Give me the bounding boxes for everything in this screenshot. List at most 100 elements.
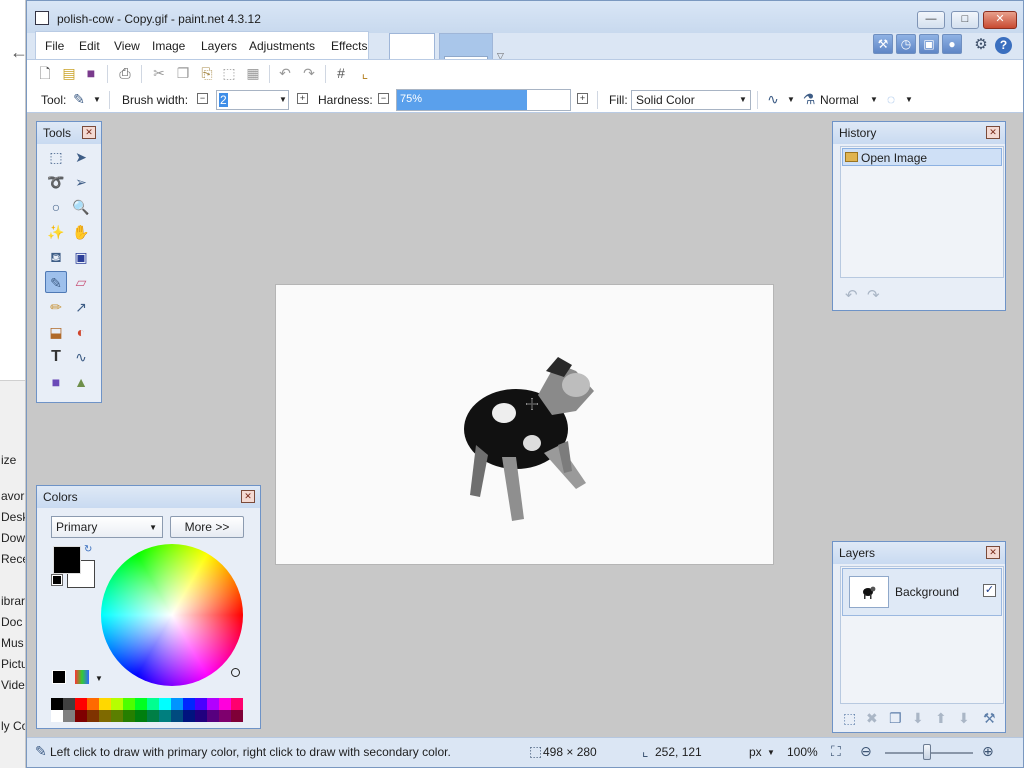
- hardness-increase-button[interactable]: +: [577, 93, 588, 104]
- palette-swatch[interactable]: [183, 710, 195, 722]
- menu-adjustments[interactable]: Adjustments: [249, 39, 315, 53]
- chevron-down-icon[interactable]: ▼: [787, 95, 795, 104]
- menu-layers[interactable]: Layers: [201, 39, 237, 53]
- paste-icon[interactable]: ⎘: [199, 65, 215, 81]
- close-button[interactable]: ✕: [983, 11, 1017, 29]
- palette-swatch[interactable]: [75, 698, 87, 710]
- history-window-icon[interactable]: ◷: [896, 34, 916, 54]
- explorer-item[interactable]: ly Co: [1, 719, 25, 733]
- undo-icon[interactable]: ↶: [845, 286, 858, 304]
- palette-swatch[interactable]: [231, 698, 243, 710]
- palette-swatch[interactable]: [195, 710, 207, 722]
- palette-menu-icon[interactable]: [75, 670, 89, 684]
- close-icon[interactable]: ✕: [82, 126, 96, 139]
- magic-wand-icon[interactable]: ✨: [45, 221, 67, 243]
- colors-window-icon[interactable]: ●: [942, 34, 962, 54]
- palette-swatch[interactable]: [171, 698, 183, 710]
- palette-swatch[interactable]: [51, 698, 63, 710]
- tools-window-icon[interactable]: ⚒: [873, 34, 893, 54]
- title-bar[interactable]: polish-cow - Copy.gif - paint.net 4.3.12…: [27, 1, 1023, 33]
- shapes-triangle-icon[interactable]: ▲: [70, 371, 92, 393]
- fill-select[interactable]: Solid Color: [631, 90, 751, 110]
- palette-swatch[interactable]: [219, 698, 231, 710]
- delete-layer-icon[interactable]: ✖: [866, 710, 878, 727]
- palette-swatch[interactable]: [195, 698, 207, 710]
- pan-icon[interactable]: ✋: [70, 221, 92, 243]
- palette-swatch[interactable]: [171, 710, 183, 722]
- lasso-select-icon[interactable]: ➰: [45, 171, 67, 193]
- palette-swatch[interactable]: [147, 698, 159, 710]
- color-wheel-handle[interactable]: [231, 668, 240, 677]
- palette-swatch[interactable]: [219, 710, 231, 722]
- blend-mode-icon[interactable]: ⚗: [801, 91, 817, 107]
- explorer-item[interactable]: Desk: [1, 510, 25, 524]
- more-colors-button[interactable]: More >>: [170, 516, 244, 538]
- save-icon[interactable]: ■: [83, 65, 99, 81]
- chevron-down-icon[interactable]: ▼: [279, 95, 287, 104]
- palette-swatch[interactable]: [75, 710, 87, 722]
- explorer-item[interactable]: Pictu: [1, 657, 25, 671]
- text-tool-icon[interactable]: T: [45, 346, 67, 368]
- color-picker-icon[interactable]: ↗: [70, 296, 92, 318]
- chevron-down-icon[interactable]: ▼: [870, 95, 878, 104]
- paint-bucket-icon[interactable]: ⛾: [45, 246, 67, 268]
- explorer-item[interactable]: avori: [1, 489, 25, 503]
- paintbrush-icon[interactable]: ✎: [45, 271, 67, 293]
- copy-icon[interactable]: ❐: [175, 65, 191, 81]
- add-layer-icon[interactable]: ⬚: [843, 710, 856, 727]
- crop-icon[interactable]: ⬚: [221, 65, 237, 81]
- explorer-item[interactable]: Dow: [1, 531, 25, 545]
- palette-swatch[interactable]: [123, 698, 135, 710]
- menu-image[interactable]: Image: [152, 39, 185, 53]
- zoom-to-window-icon[interactable]: ⛶: [831, 743, 841, 760]
- explorer-item[interactable]: ize: [1, 453, 16, 467]
- open-icon[interactable]: ▤: [61, 65, 77, 81]
- palette-swatch[interactable]: [159, 710, 171, 722]
- clone-stamp-icon[interactable]: ⬓: [45, 321, 67, 343]
- blend-mode-value[interactable]: Normal: [820, 93, 859, 107]
- gradient-icon[interactable]: ▣: [70, 246, 92, 268]
- selection-mode-icon[interactable]: ◌: [883, 91, 899, 107]
- hardness-slider[interactable]: 75%: [396, 89, 571, 111]
- chevron-down-icon[interactable]: ▼: [767, 748, 775, 757]
- redo-icon[interactable]: ↷: [867, 286, 880, 304]
- palette-swatch[interactable]: [207, 710, 219, 722]
- units-select[interactable]: px: [749, 745, 762, 759]
- hardness-decrease-button[interactable]: −: [378, 93, 389, 104]
- color-mode-select[interactable]: Primary ▼: [51, 516, 163, 538]
- zoom-in-icon[interactable]: ⊕: [982, 743, 994, 760]
- zoom-value[interactable]: 100%: [787, 745, 818, 759]
- colors-panel-header[interactable]: Colors ✕: [37, 486, 260, 508]
- palette-swatch[interactable]: [147, 710, 159, 722]
- move-selected-icon[interactable]: ➤: [70, 146, 92, 168]
- move-layer-down-icon[interactable]: ⬇: [958, 710, 970, 727]
- print-icon[interactable]: ⎙: [117, 65, 133, 81]
- palette-swatch[interactable]: [99, 710, 111, 722]
- menu-view[interactable]: View: [114, 39, 140, 53]
- shapes-icon[interactable]: ■: [45, 371, 67, 393]
- redo-icon[interactable]: ↷: [301, 65, 317, 81]
- antialiasing-icon[interactable]: ∿: [765, 91, 781, 107]
- move-selection-icon[interactable]: ➢: [70, 171, 92, 193]
- cut-icon[interactable]: ✂: [151, 65, 167, 81]
- chevron-down-icon[interactable]: ▼: [739, 95, 747, 104]
- minimize-button[interactable]: —: [917, 11, 945, 29]
- history-panel-header[interactable]: History ✕: [833, 122, 1005, 144]
- deselect-icon[interactable]: ▦: [245, 65, 261, 81]
- reset-colors-icon[interactable]: [51, 574, 63, 586]
- chevron-down-icon[interactable]: ▼: [905, 95, 913, 104]
- menu-effects[interactable]: Effects: [331, 39, 367, 53]
- back-arrow-icon[interactable]: ←: [10, 42, 25, 63]
- palette-swatch[interactable]: [159, 698, 171, 710]
- primary-color-swatch[interactable]: [53, 546, 81, 574]
- merge-layer-icon[interactable]: ⬇: [912, 710, 924, 727]
- palette-swatch[interactable]: [111, 698, 123, 710]
- new-icon[interactable]: 🗋: [37, 65, 53, 81]
- swap-colors-icon[interactable]: ↻: [84, 544, 92, 555]
- move-layer-up-icon[interactable]: ⬆: [935, 710, 947, 727]
- tools-panel-header[interactable]: Tools ✕: [37, 122, 101, 144]
- palette-swatch[interactable]: [231, 710, 243, 722]
- layer-properties-icon[interactable]: ⚒: [983, 710, 996, 727]
- image-canvas[interactable]: [275, 284, 774, 565]
- brush-width-decrease-button[interactable]: −: [197, 93, 208, 104]
